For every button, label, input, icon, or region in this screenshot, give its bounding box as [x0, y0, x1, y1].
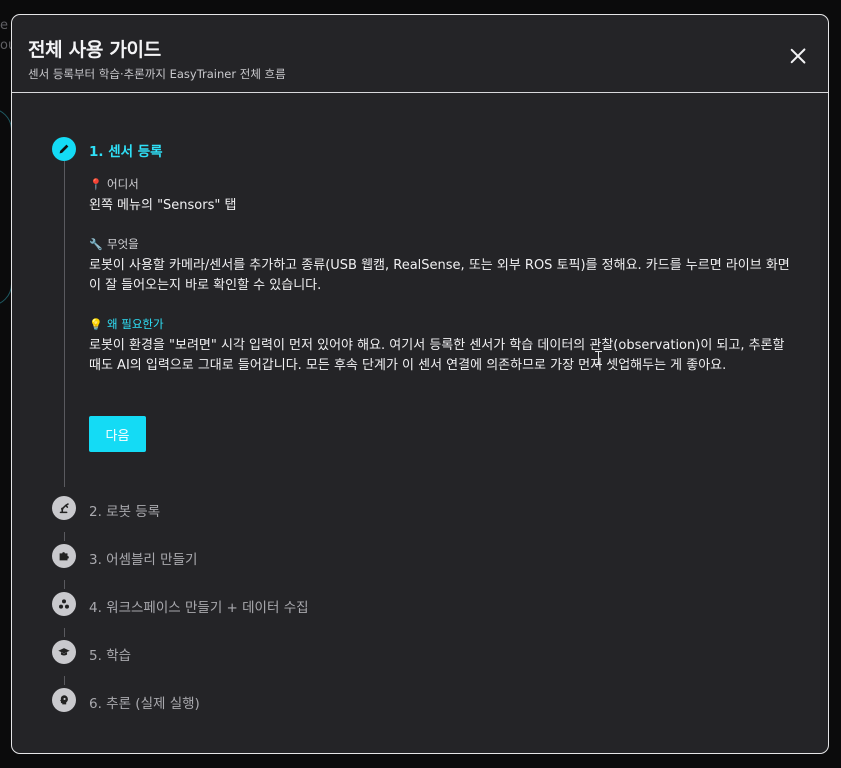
timeline-connector	[64, 580, 65, 589]
step-4-title[interactable]: 4. 워크스페이스 만들기 + 데이터 수집	[89, 596, 309, 616]
where-title: 어디서	[107, 177, 139, 191]
where-heading: 📍 어디서	[89, 176, 139, 192]
why-heading: 💡 왜 필요한가	[89, 316, 164, 332]
step-3-title[interactable]: 3. 어셈블리 만들기	[89, 548, 197, 568]
robot-arm-icon	[52, 496, 76, 520]
why-text: 로봇이 환경을 "보려면" 시각 입력이 먼저 있어야 해요. 여기서 등록한 …	[89, 338, 785, 373]
pencil-icon	[52, 137, 76, 161]
close-icon[interactable]	[790, 48, 806, 64]
timeline-connector	[64, 628, 65, 637]
wrench-icon: 🔧	[89, 237, 103, 251]
timeline-connector	[64, 532, 65, 541]
next-button[interactable]: 다음	[89, 416, 146, 452]
why-title: 왜 필요한가	[107, 317, 164, 331]
brain-icon	[52, 688, 76, 712]
puzzle-icon	[52, 544, 76, 568]
graduation-cap-icon	[52, 640, 76, 664]
text-cursor-icon	[595, 351, 602, 365]
what-heading: 🔧 무엇을	[89, 236, 139, 252]
timeline-connector	[64, 161, 65, 487]
workspace-icon	[52, 592, 76, 616]
step-2-title[interactable]: 2. 로봇 등록	[89, 500, 160, 520]
step-1-title[interactable]: 1. 센서 등록	[89, 140, 163, 160]
lightbulb-icon: 💡	[89, 317, 103, 331]
modal-subtitle: 센서 등록부터 학습·추론까지 EasyTrainer 전체 흐름	[28, 67, 286, 81]
timeline-connector	[64, 676, 65, 685]
guide-modal: 전체 사용 가이드 센서 등록부터 학습·추론까지 EasyTrainer 전체…	[11, 14, 829, 754]
what-title: 무엇을	[107, 237, 139, 251]
modal-title: 전체 사용 가이드	[28, 39, 161, 61]
step-5-title[interactable]: 5. 학습	[89, 644, 131, 664]
step-6-title[interactable]: 6. 추론 (실제 실행)	[89, 692, 200, 712]
modal-header: 전체 사용 가이드 센서 등록부터 학습·추론까지 EasyTrainer 전체…	[12, 15, 828, 93]
what-text: 로봇이 사용할 카메라/센서를 추가하고 종류(USB 웹캠, RealSens…	[89, 258, 790, 293]
where-text: 왼쪽 메뉴의 "Sensors" 탭	[89, 198, 237, 213]
pin-icon: 📍	[89, 177, 103, 191]
